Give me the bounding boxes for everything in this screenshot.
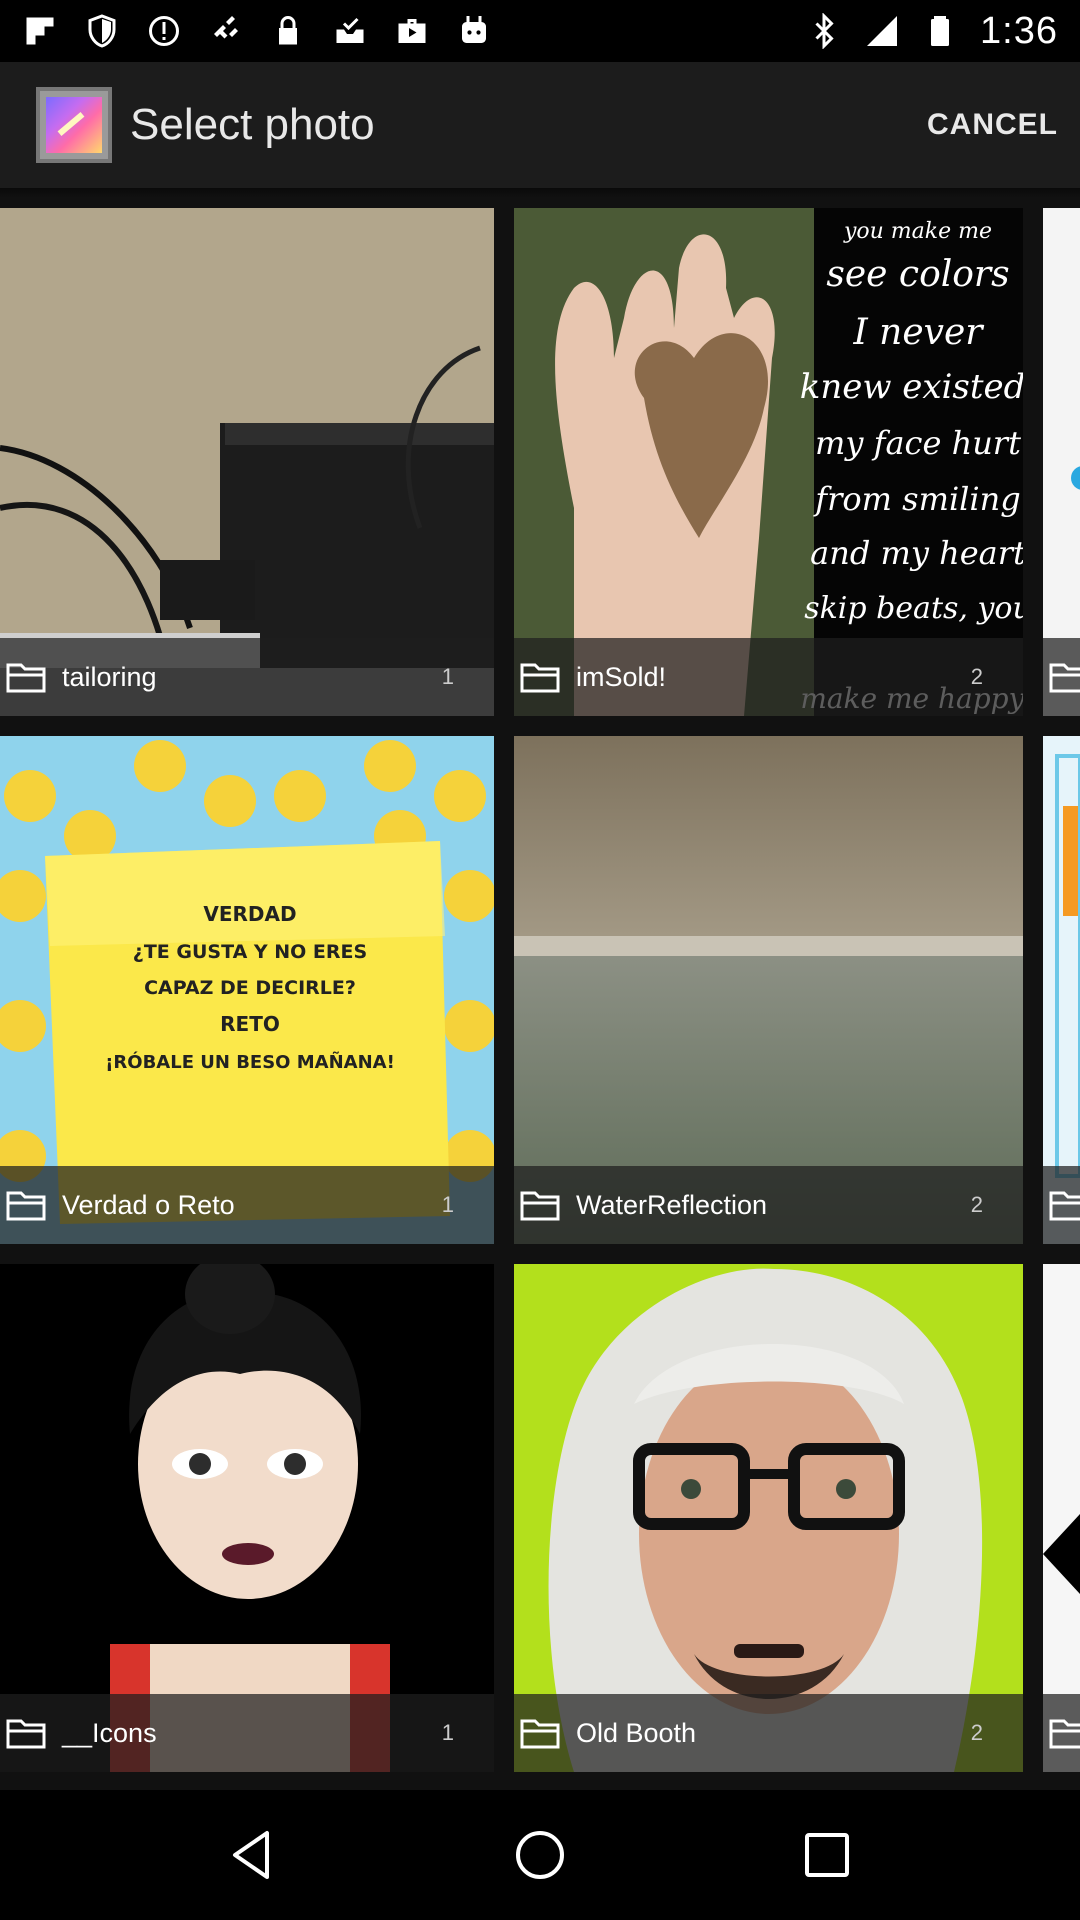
cancel-button[interactable]: CANCEL xyxy=(927,108,1058,142)
album-caption: Verdad o Reto 1 xyxy=(0,1166,494,1244)
album-count: 1 xyxy=(441,1720,454,1745)
album-caption: tailoring 1 xyxy=(0,638,494,716)
briefcase-icon xyxy=(394,13,430,49)
album-name: Verdad o Reto xyxy=(62,1189,235,1220)
svg-text:RETO: RETO xyxy=(220,1012,280,1036)
album-caption xyxy=(1043,638,1080,716)
fake-gps-icon xyxy=(208,13,244,49)
checkbox-inbox-icon xyxy=(332,13,368,49)
album-count: 2 xyxy=(970,664,983,689)
folder-icon xyxy=(6,661,46,693)
shield-icon xyxy=(84,13,120,49)
album-caption: imSold! 2 xyxy=(514,638,1023,716)
app-bar: Select photo CANCEL xyxy=(0,62,1080,188)
album-tile-imsold[interactable]: you make me see colors I never knew exis… xyxy=(514,208,1023,716)
album-count: 1 xyxy=(441,664,454,689)
folder-icon xyxy=(520,1717,560,1749)
notification-icons xyxy=(22,13,492,49)
album-tile-partial-1[interactable] xyxy=(1043,208,1080,716)
alert-icon xyxy=(146,13,182,49)
navigation-bar xyxy=(0,1790,1080,1920)
album-name: Old Booth xyxy=(576,1717,697,1748)
app-bar-shadow xyxy=(0,188,1080,198)
svg-text:from smiling: from smiling xyxy=(813,480,1020,518)
album-tile-partial-2[interactable] xyxy=(1043,736,1080,1244)
home-icon[interactable] xyxy=(510,1825,570,1885)
battery-icon xyxy=(922,13,958,49)
svg-text:see colors: see colors xyxy=(826,254,1009,295)
svg-text:¿TE GUSTA Y NO ERES: ¿TE GUSTA Y NO ERES xyxy=(133,941,367,963)
album-name: tailoring xyxy=(62,661,157,692)
svg-text:you make me: you make me xyxy=(843,219,992,244)
album-count: 2 xyxy=(970,1720,983,1745)
gallery-icon xyxy=(36,87,112,163)
folder-icon xyxy=(6,1189,46,1221)
folder-icon xyxy=(520,661,560,693)
svg-text:VERDAD: VERDAD xyxy=(203,902,296,926)
album-name: imSold! xyxy=(576,661,667,692)
folder-icon xyxy=(1049,1717,1080,1749)
album-name: WaterReflection xyxy=(576,1189,768,1220)
svg-text:my face hurt: my face hurt xyxy=(815,424,1021,462)
album-count: 2 xyxy=(970,1192,983,1217)
svg-text:¡RÓBALE UN BESO MAÑANA!: ¡RÓBALE UN BESO MAÑANA! xyxy=(105,1050,395,1073)
clock: 1:36 xyxy=(980,9,1058,52)
svg-text:I never: I never xyxy=(852,312,984,353)
system-icons: 1:36 xyxy=(806,10,1058,53)
album-tile-partial-3[interactable] xyxy=(1043,1264,1080,1772)
bluetooth-icon xyxy=(806,13,842,49)
page-title: Select photo xyxy=(130,100,375,149)
album-tile-waterreflection[interactable]: WaterReflection 2 xyxy=(514,736,1023,1244)
album-tile-verdad-o-reto[interactable]: VERDAD ¿TE GUSTA Y NO ERES CAPAZ DE DECI… xyxy=(0,736,494,1244)
folder-icon xyxy=(6,1717,46,1749)
album-tile-tailoring[interactable]: tailoring 1 xyxy=(0,208,494,716)
album-grid: tailoring 1 you make me see colors I nev… xyxy=(0,198,1080,1790)
album-caption: WaterReflection 2 xyxy=(514,1166,1023,1244)
android-icon xyxy=(456,13,492,49)
back-icon[interactable] xyxy=(223,1825,283,1885)
album-tile-icons[interactable]: __Icons 1 xyxy=(0,1264,494,1772)
cellular-signal-icon xyxy=(864,13,900,49)
album-caption xyxy=(1043,1694,1080,1772)
status-bar: 1:36 xyxy=(0,0,1080,62)
album-caption xyxy=(1043,1166,1080,1244)
svg-text:skip beats, you: skip beats, you xyxy=(804,591,1023,626)
lock-icon xyxy=(270,13,306,49)
album-name: __Icons xyxy=(62,1717,157,1748)
recents-icon[interactable] xyxy=(797,1825,857,1885)
folder-icon xyxy=(1049,661,1080,693)
album-tile-old-booth[interactable]: Old Booth 2 xyxy=(514,1264,1023,1772)
folder-icon xyxy=(520,1189,560,1221)
folder-icon xyxy=(1049,1189,1080,1221)
flipboard-icon xyxy=(22,13,58,49)
svg-text:and my heart: and my heart xyxy=(810,534,1023,572)
album-caption: Old Booth 2 xyxy=(514,1694,1023,1772)
svg-text:knew existed,: knew existed, xyxy=(800,367,1023,407)
svg-text:CAPAZ DE DECIRLE?: CAPAZ DE DECIRLE? xyxy=(144,977,356,999)
album-caption: __Icons 1 xyxy=(0,1694,494,1772)
album-count: 1 xyxy=(441,1192,454,1217)
